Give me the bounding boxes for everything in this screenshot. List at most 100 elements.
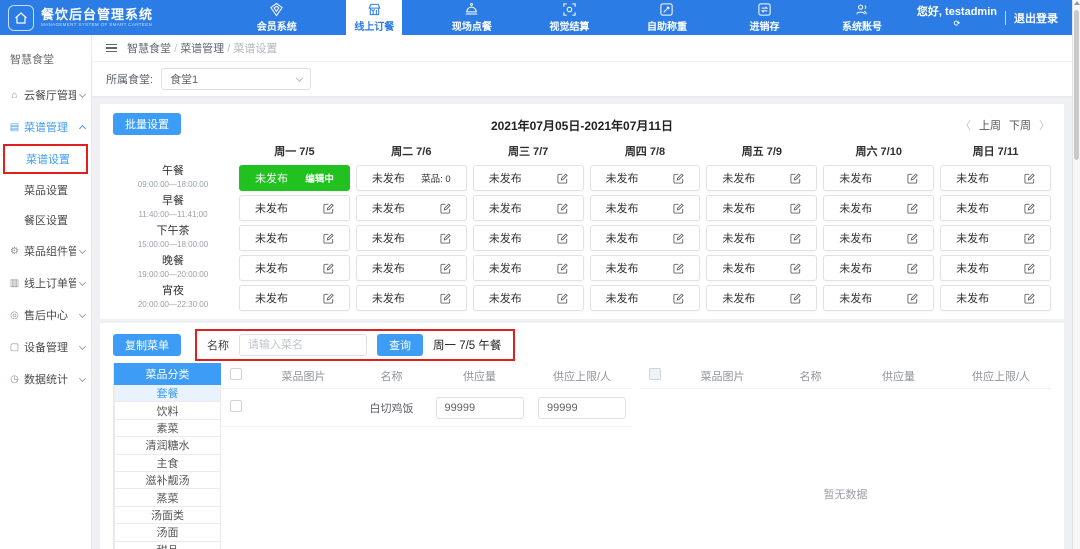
edit-icon[interactable] — [907, 263, 918, 274]
menu-slot-cell[interactable]: 未发布 — [706, 285, 817, 311]
edit-icon[interactable] — [1024, 203, 1035, 214]
category-item[interactable]: 汤面 — [114, 524, 221, 541]
sidebar-item-online-order-manage[interactable]: ▥ 线上订单管理 — [0, 267, 91, 299]
edit-icon[interactable] — [907, 293, 918, 304]
sidebar-subitem-dining-area-settings[interactable]: 餐区设置 — [0, 205, 91, 235]
menu-slot-cell[interactable]: 未发布 — [590, 225, 701, 251]
menu-slot-cell[interactable]: 未发布 — [473, 255, 584, 281]
supply-limit-input[interactable] — [538, 397, 626, 419]
menu-slot-cell[interactable]: 未发布 — [473, 285, 584, 311]
edit-icon[interactable] — [323, 293, 334, 304]
edit-icon[interactable] — [557, 173, 568, 184]
nav-item-membership[interactable]: 会员系统 — [249, 0, 305, 35]
edit-icon[interactable] — [323, 203, 334, 214]
edit-icon[interactable] — [790, 233, 801, 244]
menu-slot-cell[interactable]: 未发布 — [239, 285, 350, 311]
menu-slot-cell[interactable]: 未发布 — [356, 195, 467, 221]
nav-item-inventory[interactable]: 进销存 — [737, 0, 793, 35]
menu-slot-cell[interactable]: 未发布 — [823, 165, 934, 191]
menu-slot-cell[interactable]: 未发布 — [823, 225, 934, 251]
edit-icon[interactable] — [557, 293, 568, 304]
menu-slot-cell[interactable]: 未发布 — [356, 225, 467, 251]
prev-week-link[interactable]: 上周 — [979, 117, 1001, 133]
nav-item-self-weigh[interactable]: 自助称重 — [639, 0, 695, 35]
edit-icon[interactable] — [790, 293, 801, 304]
select-all-checkbox[interactable] — [649, 368, 661, 380]
edit-icon[interactable] — [907, 233, 918, 244]
sidebar-item-statistics[interactable]: ◷ 数据统计 — [0, 363, 91, 395]
supply-quantity-input[interactable] — [436, 397, 524, 419]
menu-slot-cell[interactable]: 未发布 — [356, 255, 467, 281]
scrollbar-thumb[interactable] — [1074, 10, 1079, 160]
edit-icon[interactable] — [1024, 293, 1035, 304]
edit-icon[interactable] — [673, 293, 684, 304]
menu-slot-cell[interactable]: 未发布 — [590, 255, 701, 281]
menu-slot-cell[interactable]: 未发布 — [940, 165, 1051, 191]
edit-icon[interactable] — [440, 263, 451, 274]
nav-item-onsite-order[interactable]: 现场点餐 — [444, 0, 500, 35]
menu-slot-cell[interactable]: 未发布 — [590, 195, 701, 221]
select-all-checkbox[interactable] — [230, 368, 242, 380]
menu-slot-cell[interactable]: 未发布 — [940, 195, 1051, 221]
page-scrollbar[interactable] — [1072, 0, 1080, 549]
edit-icon[interactable] — [557, 263, 568, 274]
edit-icon[interactable] — [673, 233, 684, 244]
edit-icon[interactable] — [790, 203, 801, 214]
menu-slot-cell[interactable]: 未发布 — [706, 195, 817, 221]
menu-slot-cell[interactable]: 未发布 — [823, 255, 934, 281]
user-greeting[interactable]: 您好, testadmin ⟳ — [917, 6, 997, 30]
breadcrumb-item[interactable]: 智慧食堂 — [127, 43, 171, 55]
edit-icon[interactable] — [790, 173, 801, 184]
menu-slot-cell[interactable]: 未发布 — [473, 225, 584, 251]
copy-menu-button[interactable]: 复制菜单 — [113, 334, 181, 356]
category-item[interactable]: 主食 — [114, 455, 221, 472]
collapse-sidebar-icon[interactable] — [106, 44, 117, 52]
scrollbar-up-arrow[interactable] — [1074, 1, 1080, 5]
switch-account-icon[interactable]: ⟳ — [954, 18, 961, 30]
nav-item-vision-checkout[interactable]: 视觉结算 — [541, 0, 597, 35]
category-item[interactable]: 蒸菜 — [114, 489, 221, 506]
category-item[interactable]: 素菜 — [114, 420, 221, 437]
logout-link[interactable]: 退出登录 — [1014, 10, 1058, 26]
canteen-select[interactable]: 食堂1 — [161, 68, 311, 90]
prev-arrow-icon[interactable]: 〈 — [960, 117, 971, 133]
edit-icon[interactable] — [323, 233, 334, 244]
menu-slot-cell[interactable]: 未发布 — [473, 195, 584, 221]
sidebar-item-menu-manage[interactable]: ▤ 菜谱管理 — [0, 111, 91, 143]
batch-settings-button[interactable]: 批量设置 — [113, 113, 181, 135]
sidebar-item-device-manage[interactable]: ▢ 设备管理 — [0, 331, 91, 363]
edit-icon[interactable] — [673, 263, 684, 274]
menu-slot-cell[interactable]: 未发布 — [940, 285, 1051, 311]
edit-icon[interactable] — [790, 263, 801, 274]
edit-icon[interactable] — [1024, 233, 1035, 244]
menu-slot-cell[interactable]: 未发布 — [823, 195, 934, 221]
category-item[interactable]: 甜品 — [114, 542, 221, 549]
sidebar-item-cloud-restaurant[interactable]: ⌂ 云餐厅管理 — [0, 79, 91, 111]
menu-slot-cell[interactable]: 未发布菜品: 0 — [356, 165, 467, 191]
menu-slot-cell[interactable]: 未发布 — [473, 165, 584, 191]
menu-slot-cell[interactable]: 未发布 — [940, 255, 1051, 281]
menu-slot-cell[interactable]: 未发布 — [239, 225, 350, 251]
menu-slot-cell[interactable]: 未发布 — [706, 225, 817, 251]
category-item[interactable]: 滋补靓汤 — [114, 472, 221, 489]
nav-item-system-account[interactable]: 系统账号 — [834, 0, 890, 35]
menu-slot-cell[interactable]: 未发布 — [590, 285, 701, 311]
edit-icon[interactable] — [557, 203, 568, 214]
category-item[interactable]: 清润糖水 — [114, 437, 221, 454]
nav-item-online-order[interactable]: 线上订餐 — [346, 0, 402, 35]
menu-slot-cell[interactable]: 未发布 — [239, 255, 350, 281]
edit-icon[interactable] — [323, 263, 334, 274]
edit-icon[interactable] — [673, 173, 684, 184]
menu-slot-cell[interactable]: 未发布 — [706, 165, 817, 191]
sidebar-subitem-dish-settings[interactable]: 菜品设置 — [0, 175, 91, 205]
category-item[interactable]: 套餐 — [114, 385, 221, 402]
menu-slot-cell[interactable]: 未发布 — [239, 195, 350, 221]
dish-name-input[interactable] — [239, 334, 367, 356]
search-button[interactable]: 查询 — [377, 334, 423, 356]
edit-icon[interactable] — [1024, 173, 1035, 184]
edit-icon[interactable] — [440, 293, 451, 304]
edit-icon[interactable] — [440, 203, 451, 214]
breadcrumb-item[interactable]: 菜谱管理 — [180, 43, 224, 55]
menu-slot-cell[interactable]: 未发布 — [356, 285, 467, 311]
category-item[interactable]: 汤面类 — [114, 507, 221, 524]
